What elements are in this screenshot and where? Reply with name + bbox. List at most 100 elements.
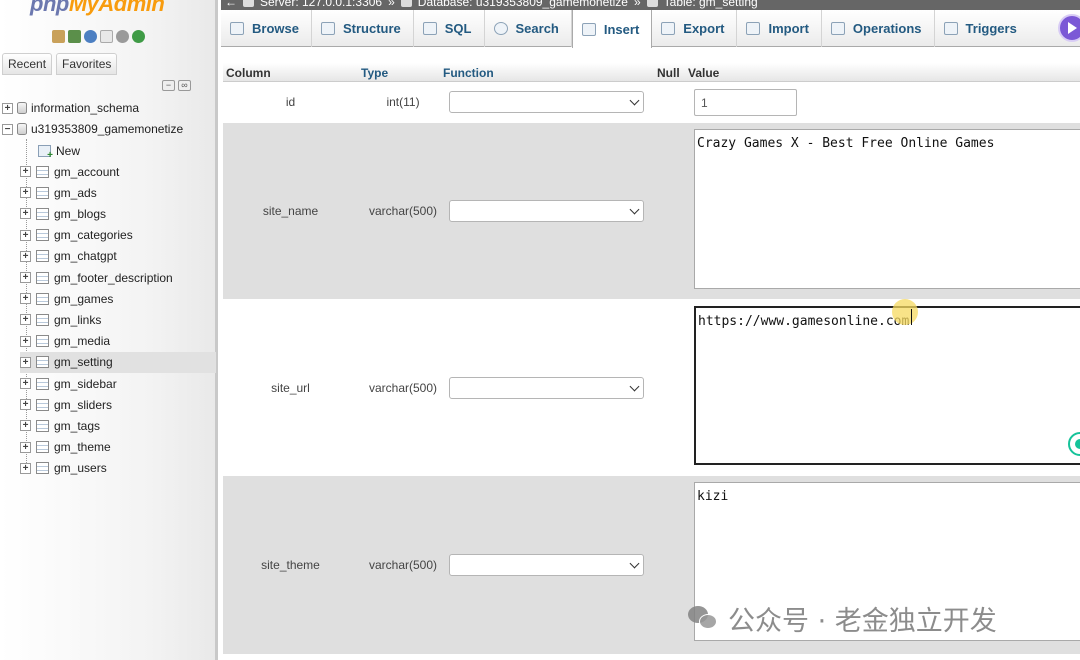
expand-icon[interactable]: + <box>20 399 31 411</box>
collapse-icon[interactable]: − <box>2 123 13 135</box>
tab-structure[interactable]: Structure <box>312 10 414 47</box>
expand-icon[interactable]: + <box>20 166 31 177</box>
breadcrumb-table[interactable]: Table: gm_setting <box>664 0 758 9</box>
help-icon[interactable] <box>84 30 97 43</box>
tab-search[interactable]: Search <box>485 10 572 47</box>
table-icon[interactable] <box>36 292 49 305</box>
sidebar-table-item[interactable]: + gm_games <box>20 288 216 309</box>
table-label[interactable]: gm_users <box>54 461 107 475</box>
table-icon[interactable] <box>36 462 49 475</box>
table-label[interactable]: gm_footer_description <box>54 271 173 285</box>
sidebar-table-item[interactable]: + gm_account <box>20 161 216 182</box>
table-label[interactable]: gm_chatgpt <box>54 249 117 263</box>
table-label[interactable]: gm_links <box>54 313 101 327</box>
sidebar-table-item[interactable]: + gm_tags <box>20 415 216 436</box>
tab-export[interactable]: Export <box>652 10 738 47</box>
favorites-tab[interactable]: Favorites <box>56 53 118 75</box>
table-label[interactable]: gm_categories <box>54 228 133 242</box>
value-input[interactable]: 1 <box>694 89 797 116</box>
tab-triggers[interactable]: Triggers <box>935 10 1029 47</box>
table-label[interactable]: gm_blogs <box>54 207 106 221</box>
tab-browse[interactable]: Browse <box>221 10 312 47</box>
tab-insert[interactable]: Insert <box>571 10 653 48</box>
table-icon[interactable] <box>36 165 49 178</box>
table-label[interactable]: gm_games <box>54 292 113 306</box>
function-select[interactable] <box>449 91 644 113</box>
database-label[interactable]: information_schema <box>31 101 139 115</box>
table-icon[interactable] <box>36 335 49 348</box>
sidebar-table-item[interactable]: + gm_links <box>20 309 216 330</box>
sidebar-table-item[interactable]: + gm_media <box>20 331 216 352</box>
breadcrumb-database[interactable]: Database: u319353809_gamemonetize <box>418 0 628 9</box>
expand-icon[interactable]: + <box>20 378 31 389</box>
table-icon[interactable] <box>36 419 49 432</box>
sidebar-table-item[interactable]: + gm_sidebar <box>20 373 216 394</box>
recent-tab[interactable]: Recent <box>2 53 53 75</box>
table-icon[interactable] <box>36 207 49 220</box>
function-select[interactable] <box>449 200 644 222</box>
table-label[interactable]: gm_media <box>54 334 110 348</box>
expand-icon[interactable]: + <box>20 335 31 347</box>
table-icon[interactable] <box>36 313 49 326</box>
sidebar-table-item[interactable]: + gm_footer_description <box>20 267 216 288</box>
collapse-all-icon[interactable]: − <box>162 80 175 91</box>
database-label[interactable]: u319353809_gamemonetize <box>31 122 183 136</box>
tab-operations[interactable]: Operations <box>822 10 935 47</box>
value-textarea[interactable]: https://www.gamesonline.com <box>694 306 1080 465</box>
home-icon[interactable] <box>52 30 65 43</box>
phpmyadmin-logo[interactable]: phpMyAdmin <box>30 0 165 17</box>
table-label[interactable]: gm_ads <box>54 186 97 200</box>
link-with-main-icon[interactable]: ∞ <box>178 80 191 91</box>
table-icon[interactable] <box>36 441 49 454</box>
database-item[interactable]: − u319353809_gamemonetize <box>2 119 183 139</box>
tab-sql[interactable]: SQL <box>414 10 485 47</box>
expand-icon[interactable]: + <box>20 420 31 432</box>
expand-icon[interactable]: + <box>20 441 31 453</box>
table-icon[interactable] <box>36 271 49 284</box>
table-label[interactable]: gm_setting <box>54 355 113 369</box>
settings-gear-icon[interactable] <box>116 30 129 43</box>
table-label[interactable]: gm_tags <box>54 419 100 433</box>
value-textarea[interactable]: Crazy Games X - Best Free Online Games <box>694 129 1080 289</box>
table-icon[interactable] <box>36 356 49 369</box>
expand-icon[interactable]: + <box>20 462 31 474</box>
back-arrow-icon[interactable]: ← <box>225 0 237 9</box>
logout-icon[interactable] <box>68 30 81 43</box>
function-select[interactable] <box>449 377 644 399</box>
screen-recorder-icon[interactable] <box>1058 14 1080 42</box>
table-icon[interactable] <box>36 229 49 242</box>
reload-icon[interactable] <box>132 30 145 43</box>
sidebar-table-item[interactable]: + gm_chatgpt <box>20 246 216 267</box>
sidebar-table-item[interactable]: + gm_sliders <box>20 394 216 415</box>
sidebar-table-item[interactable]: + gm_setting <box>20 351 216 373</box>
expand-icon[interactable]: + <box>20 356 31 368</box>
sidebar-table-item[interactable]: + gm_categories <box>20 225 216 246</box>
new-table-label[interactable]: New <box>56 144 80 158</box>
new-table-item[interactable]: New <box>38 140 216 161</box>
table-icon[interactable] <box>36 377 49 390</box>
database-item[interactable]: + information_schema <box>2 98 139 118</box>
table-icon[interactable] <box>36 186 49 199</box>
sidebar-table-item[interactable]: + gm_theme <box>20 437 216 458</box>
table-icon[interactable] <box>36 398 49 411</box>
expand-icon[interactable]: + <box>20 187 31 199</box>
function-select[interactable] <box>449 554 644 576</box>
expand-icon[interactable]: + <box>20 293 31 305</box>
expand-icon[interactable]: + <box>20 229 31 241</box>
expand-icon[interactable]: + <box>20 314 31 326</box>
sidebar-table-item[interactable]: + gm_blogs <box>20 203 216 224</box>
docs-icon[interactable] <box>100 30 113 43</box>
breadcrumb-server[interactable]: Server: 127.0.0.1:3306 <box>260 0 382 9</box>
sidebar-table-item[interactable]: + gm_users <box>20 458 216 479</box>
sidebar-table-item[interactable]: + gm_ads <box>20 182 216 203</box>
tab-import[interactable]: Import <box>737 10 822 47</box>
table-label[interactable]: gm_sliders <box>54 398 112 412</box>
table-label[interactable]: gm_account <box>54 165 119 179</box>
table-icon[interactable] <box>36 250 49 263</box>
expand-icon[interactable]: + <box>20 272 31 283</box>
table-label[interactable]: gm_sidebar <box>54 377 117 391</box>
expand-icon[interactable]: + <box>20 250 31 262</box>
table-label[interactable]: gm_theme <box>54 440 111 454</box>
expand-icon[interactable]: + <box>2 102 13 114</box>
expand-icon[interactable]: + <box>20 208 31 220</box>
